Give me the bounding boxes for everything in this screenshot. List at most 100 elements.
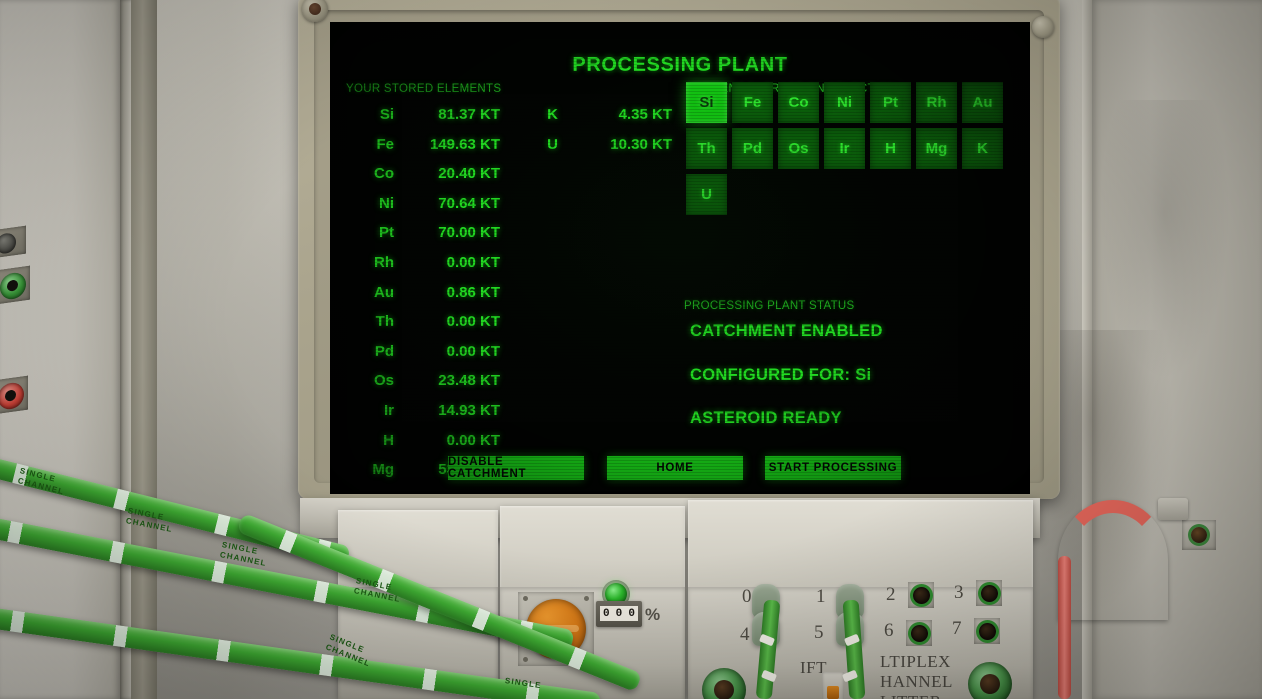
- red-cable-lower: [1058, 556, 1071, 699]
- element-tile-u[interactable]: U: [686, 174, 727, 215]
- element-tile-au[interactable]: Au: [962, 82, 1003, 123]
- processing-plant-scene: PROCESSING PLANT YOUR STORED ELEMENTS EL…: [0, 0, 1262, 699]
- percent-symbol: %: [645, 605, 661, 624]
- disable-catchment-button[interactable]: DISABLE CATCHMENT: [448, 456, 584, 480]
- patch-jack-2[interactable]: [906, 620, 932, 646]
- stored-element-value: 20.40 KT: [438, 165, 500, 183]
- patch-number-1: 1: [816, 586, 826, 607]
- stored-element-value: 70.64 KT: [438, 194, 500, 212]
- stored-element-symbol: Au: [374, 283, 394, 301]
- percent-counter: 000: [596, 601, 642, 627]
- counter-digit: 0: [628, 607, 635, 620]
- stored-element-symbol: Pd: [374, 342, 394, 360]
- page-title: PROCESSING PLANT: [572, 54, 788, 76]
- patch-number-5: 5: [814, 622, 824, 643]
- panel-text-multiplex: LTIPLEX: [880, 652, 951, 671]
- element-tile-pd[interactable]: Pd: [732, 128, 773, 169]
- stored-element-row: Co 20.40 KT: [348, 165, 508, 195]
- element-tile-row: U: [686, 174, 1006, 215]
- plant-status-label: PROCESSING PLANT STATUS: [684, 300, 855, 312]
- element-tile-th[interactable]: Th: [686, 128, 727, 169]
- element-tile-row: Th Pd Os Ir H Mg K: [686, 128, 1006, 169]
- toggle-switch[interactable]: [822, 672, 844, 699]
- patch-number-2: 2: [886, 584, 896, 605]
- patch-jack-1[interactable]: [976, 580, 1002, 606]
- red-cable: [1058, 500, 1168, 620]
- patch-jack-hole: [913, 587, 930, 604]
- bezel-bolt-top-right: [1032, 16, 1054, 38]
- element-tile-ni[interactable]: Ni: [824, 82, 865, 123]
- panel-text-splitter: LITTER: [880, 692, 942, 699]
- patch-jack-3[interactable]: [974, 618, 1000, 644]
- element-tile-row: Si Fe Co Ni Pt Rh Au: [686, 82, 1006, 123]
- element-tile-h[interactable]: H: [870, 128, 911, 169]
- patch-jack-hole: [979, 623, 996, 640]
- stored-element-row: Si 81.37 KT: [348, 106, 508, 136]
- element-extraction-grid: Si Fe Co Ni Pt Rh Au Th Pd Os Ir H Mg K U: [686, 82, 1006, 220]
- wall-socket-red[interactable]: [0, 375, 28, 415]
- stored-element-value: 70.00 KT: [438, 224, 500, 242]
- element-tile-mg[interactable]: Mg: [916, 128, 957, 169]
- stored-element-row: Th 0.00 KT: [348, 313, 508, 343]
- stored-element-row: K 4.35 KT: [512, 106, 680, 136]
- stored-element-symbol: Ni: [379, 194, 394, 212]
- stored-element-row: Ir 14.93 KT: [348, 402, 508, 432]
- status-line: ASTEROID READY: [690, 409, 842, 427]
- element-tile-si[interactable]: Si: [686, 82, 727, 123]
- stored-element-symbol: H: [383, 431, 394, 449]
- stored-element-symbol: Rh: [374, 253, 394, 271]
- stored-element-value: 0.00 KT: [446, 431, 500, 449]
- counter-digit-window: 000: [600, 606, 638, 621]
- start-processing-button[interactable]: START PROCESSING: [765, 456, 901, 480]
- panel-text-channel: HANNEL: [880, 672, 953, 691]
- wall-socket-upper[interactable]: [0, 225, 26, 259]
- wall-socket-green[interactable]: [0, 265, 30, 305]
- stored-element-value: 149.63 KT: [429, 135, 500, 153]
- wall-pillar: [131, 0, 157, 699]
- left-wall-panel: [0, 0, 120, 699]
- element-tile-os[interactable]: Os: [778, 128, 819, 169]
- stored-element-value: 0.86 KT: [446, 283, 500, 301]
- status-line: CATCHMENT ENABLED: [690, 322, 883, 340]
- stored-element-value: 0.00 KT: [446, 253, 500, 271]
- stored-element-row: Fe 149.63 KT: [348, 136, 508, 166]
- element-tile-k[interactable]: K: [962, 128, 1003, 169]
- stored-element-row: Au 0.86 KT: [348, 284, 508, 314]
- stored-element-row: Ni 70.64 KT: [348, 195, 508, 225]
- stored-element-row: Rh 0.00 KT: [348, 254, 508, 284]
- stored-element-value: 14.93 KT: [438, 401, 500, 419]
- stored-element-value: 23.48 KT: [438, 372, 500, 390]
- terminal-screen: PROCESSING PLANT YOUR STORED ELEMENTS EL…: [330, 22, 1030, 494]
- element-tile-ir[interactable]: Ir: [824, 128, 865, 169]
- element-tile-rh[interactable]: Rh: [916, 82, 957, 123]
- stored-element-row: U 10.30 KT: [512, 136, 680, 166]
- patch-jack-0[interactable]: [908, 582, 934, 608]
- element-tile-fe[interactable]: Fe: [732, 82, 773, 123]
- stored-element-symbol: Pt: [379, 224, 394, 242]
- stored-element-symbol: Os: [373, 372, 394, 390]
- status-line: CONFIGURED FOR: Si: [690, 365, 872, 384]
- action-button-bar: DISABLE CATCHMENT HOME START PROCESSING: [330, 456, 1030, 480]
- wall-grime-stain-upper: [1100, 100, 1230, 380]
- red-cable-plug: [1158, 498, 1188, 520]
- stored-elements-label: YOUR STORED ELEMENTS: [346, 83, 502, 95]
- stored-elements-column-a: Si 81.37 KT Fe 149.63 KT Co 20.40 KT Ni 70.64 K…: [348, 106, 508, 491]
- patch-number-4: 4: [740, 624, 750, 645]
- big-jack-right[interactable]: [968, 662, 1012, 699]
- stored-element-row: Pt 70.00 KT: [348, 224, 508, 254]
- stored-element-symbol: U: [547, 135, 558, 153]
- stored-element-symbol: Th: [375, 313, 394, 331]
- patch-jack-hole: [911, 625, 928, 642]
- counter-digit: 0: [603, 607, 610, 620]
- home-button[interactable]: HOME: [607, 456, 743, 480]
- stored-element-symbol: Si: [379, 106, 394, 123]
- stored-element-value: 10.30 KT: [610, 135, 672, 153]
- stored-elements-column-b: K 4.35 KT U 10.30 KT: [512, 106, 680, 165]
- stored-element-value: 0.00 KT: [446, 342, 500, 360]
- element-tile-co[interactable]: Co: [778, 82, 819, 123]
- stored-element-value: 0.00 KT: [446, 313, 500, 331]
- stored-element-symbol: K: [547, 106, 558, 123]
- stored-element-symbol: Fe: [376, 135, 394, 153]
- wall-socket-right[interactable]: [1182, 520, 1216, 550]
- element-tile-pt[interactable]: Pt: [870, 82, 911, 123]
